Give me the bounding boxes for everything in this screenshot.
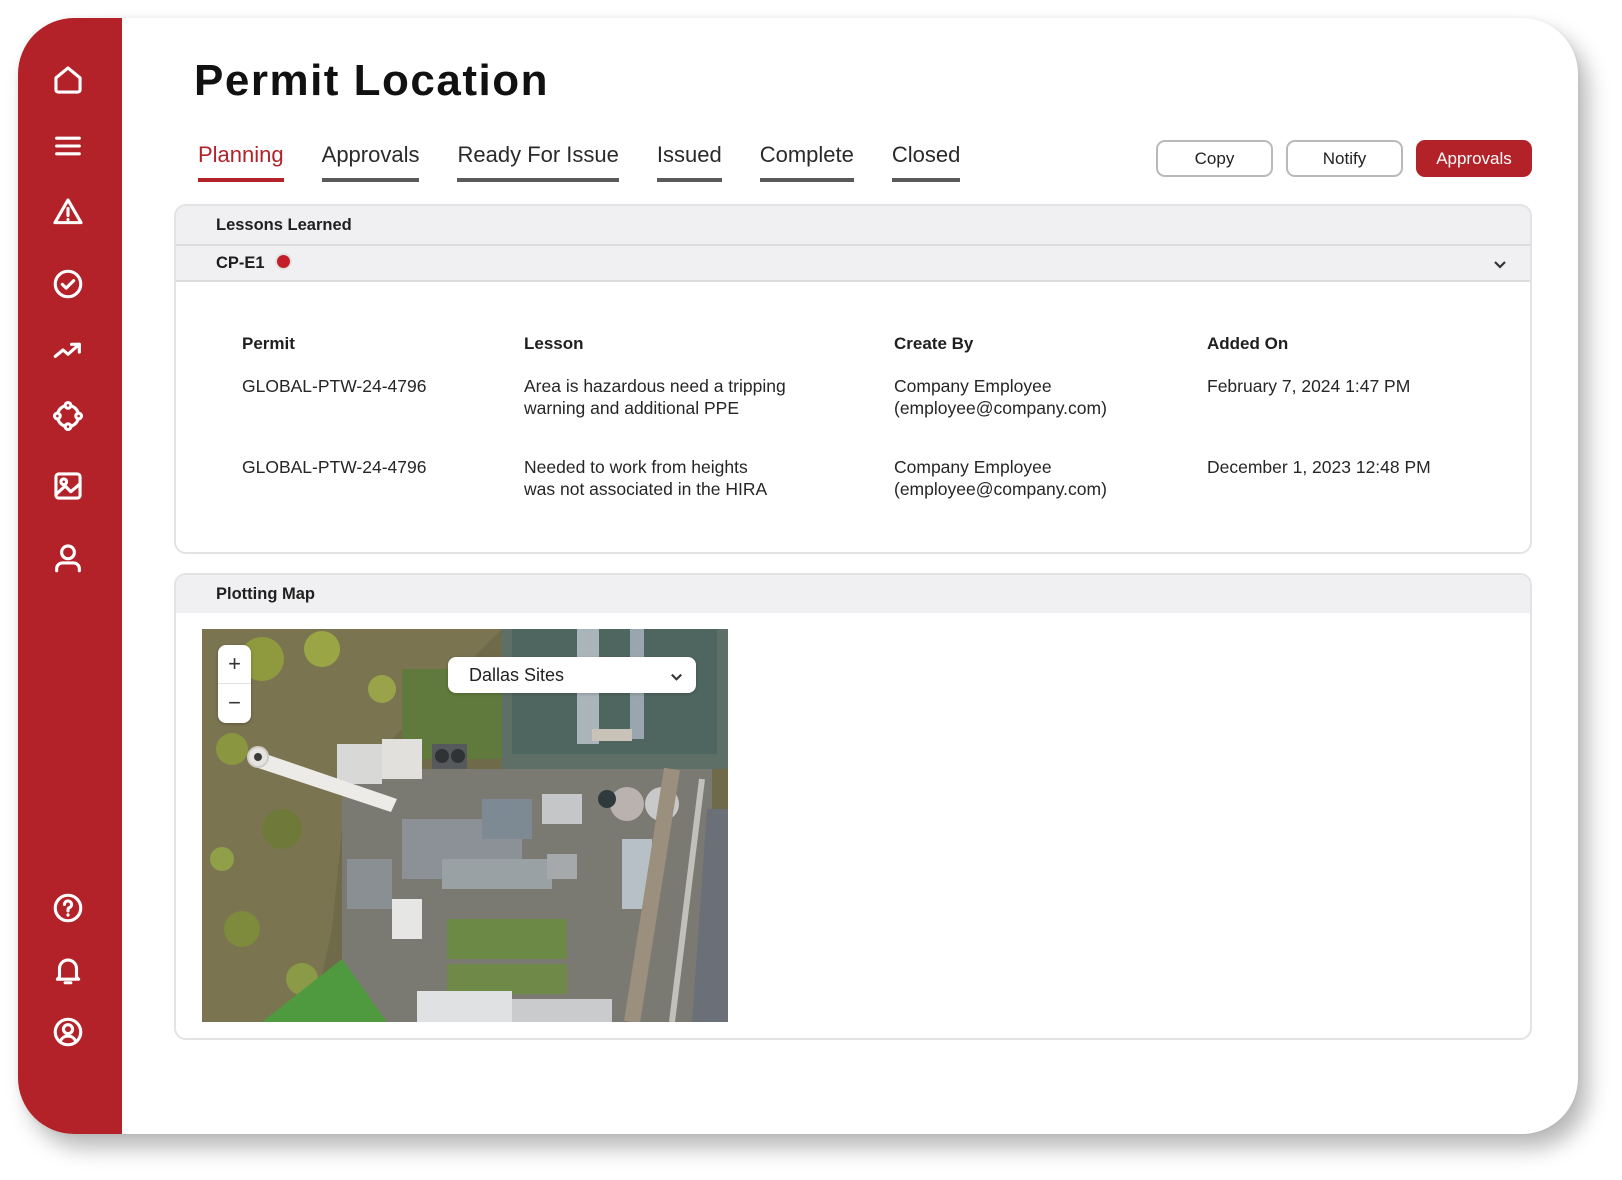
app-window: Permit Location Planning Approvals Ready… xyxy=(18,18,1578,1134)
status-tabs: Planning Approvals Ready For Issue Issue… xyxy=(198,142,961,182)
tab-ready-for-issue[interactable]: Ready For Issue xyxy=(457,142,620,182)
workflow-icon[interactable] xyxy=(50,398,86,434)
creator-email: (employee@company.com) xyxy=(894,479,1107,499)
column-header-added-on: Added On xyxy=(1207,334,1289,353)
site-select-dropdown[interactable]: Dallas Sites xyxy=(448,657,696,693)
tab-closed[interactable]: Closed xyxy=(891,142,961,182)
page-title: Permit Location xyxy=(194,56,549,105)
home-icon[interactable] xyxy=(50,62,86,98)
lesson-text-line: was not associated in the HIRA xyxy=(524,479,768,499)
lesson-text-line: Area is hazardous need a tripping xyxy=(524,376,786,396)
added-on-cell: December 1, 2023 12:48 PM xyxy=(1207,457,1431,477)
plotting-map-panel: Plotting Map + − Dallas Sites xyxy=(174,573,1532,1040)
lessons-learned-title: Lessons Learned xyxy=(176,206,1530,244)
tab-approvals[interactable]: Approvals xyxy=(321,142,419,182)
tab-planning[interactable]: Planning xyxy=(198,142,284,182)
copy-button[interactable]: Copy xyxy=(1156,140,1273,177)
aerial-map[interactable]: + − Dallas Sites xyxy=(202,629,728,1022)
lesson-cell: Needed to work from heights was not asso… xyxy=(524,456,894,537)
trending-up-icon[interactable] xyxy=(50,332,86,368)
permit-cell: GLOBAL-PTW-24-4796 xyxy=(242,457,427,477)
zoom-controls: + − xyxy=(218,645,251,723)
table-row: GLOBAL-PTW-24-4796 Area is hazardous nee… xyxy=(242,375,1482,456)
main-content: Permit Location Planning Approvals Ready… xyxy=(122,18,1578,1134)
sidebar xyxy=(18,18,122,1134)
plotting-map-title: Plotting Map xyxy=(176,575,1530,613)
status-dot xyxy=(276,254,290,268)
creator-name: Company Employee xyxy=(894,376,1052,396)
create-by-cell: Company Employee (employee@company.com) xyxy=(894,375,1207,456)
lesson-text-line: warning and additional PPE xyxy=(524,398,740,418)
tab-complete[interactable]: Complete xyxy=(759,142,855,182)
lessons-learned-panel: Lessons Learned CP-E1 Permit Lesson Crea… xyxy=(174,204,1532,554)
creator-email: (employee@company.com) xyxy=(894,398,1107,418)
create-by-cell: Company Employee (employee@company.com) xyxy=(894,456,1207,537)
lesson-group-label: CP-E1 xyxy=(216,253,265,272)
column-header-create-by: Create By xyxy=(894,334,974,353)
lesson-cell: Area is hazardous need a tripping warnin… xyxy=(524,375,894,456)
help-icon[interactable] xyxy=(50,890,86,926)
column-header-lesson: Lesson xyxy=(524,334,584,353)
menu-icon[interactable] xyxy=(50,128,86,164)
image-icon[interactable] xyxy=(50,468,86,504)
lesson-group-toggle[interactable]: CP-E1 xyxy=(176,244,1530,282)
added-on-cell: February 7, 2024 1:47 PM xyxy=(1207,376,1411,396)
check-circle-icon[interactable] xyxy=(50,266,86,302)
column-header-permit: Permit xyxy=(242,334,295,353)
lessons-table: Permit Lesson Create By Added On GLOBAL-… xyxy=(242,334,1482,537)
tab-issued[interactable]: Issued xyxy=(656,142,722,182)
site-select-value: Dallas Sites xyxy=(469,664,565,685)
creator-name: Company Employee xyxy=(894,457,1052,477)
warning-icon[interactable] xyxy=(50,194,86,230)
approvals-button[interactable]: Approvals xyxy=(1416,140,1532,177)
lesson-text-line: Needed to work from heights xyxy=(524,457,748,477)
zoom-out-button[interactable]: − xyxy=(218,683,251,721)
permit-cell: GLOBAL-PTW-24-4796 xyxy=(242,376,427,396)
zoom-in-button[interactable]: + xyxy=(218,645,251,683)
chevron-down-icon[interactable] xyxy=(1492,256,1508,272)
account-icon[interactable] xyxy=(50,1014,86,1050)
notify-button[interactable]: Notify xyxy=(1286,140,1403,177)
table-header-row: Permit Lesson Create By Added On xyxy=(242,334,1482,375)
user-icon[interactable] xyxy=(50,540,86,576)
chevron-down-icon xyxy=(669,668,684,689)
bell-icon[interactable] xyxy=(50,952,86,988)
table-row: GLOBAL-PTW-24-4796 Needed to work from h… xyxy=(242,456,1482,537)
action-buttons: Copy Notify Approvals xyxy=(1156,140,1532,177)
